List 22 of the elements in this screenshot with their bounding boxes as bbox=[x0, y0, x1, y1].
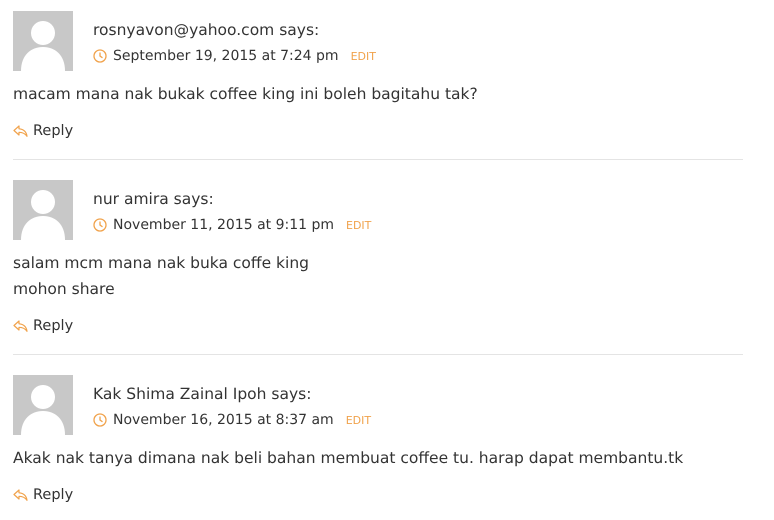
reply-icon bbox=[13, 489, 28, 501]
comment-author: rosnyavon@yahoo.com says: bbox=[93, 20, 320, 41]
reply-icon bbox=[13, 320, 28, 332]
clock-icon bbox=[93, 49, 107, 63]
avatar-icon bbox=[13, 11, 73, 71]
comment-date[interactable]: November 11, 2015 at 9:11 pm bbox=[113, 217, 334, 233]
comment-text: mohon share bbox=[13, 279, 116, 300]
avatar-icon bbox=[13, 375, 73, 435]
comment-author: nur amira says: bbox=[93, 189, 215, 210]
reply-link[interactable]: Reply bbox=[13, 485, 74, 505]
clock-icon bbox=[93, 218, 107, 232]
avatar-icon bbox=[13, 180, 73, 240]
comment-date[interactable]: November 16, 2015 at 8:37 am bbox=[113, 412, 334, 428]
reply-link[interactable]: Reply bbox=[13, 121, 74, 141]
comment-text: Akak nak tanya dimana nak beli bahan membuat coffee tu. harap dapat membantu.tk bbox=[13, 448, 684, 469]
reply-icon bbox=[13, 125, 28, 137]
comment-author: Kak Shima Zainal Ipoh says: bbox=[93, 384, 312, 405]
comment-text: macam mana nak bukak coffee king ini boleh bagitahu tak? bbox=[13, 84, 479, 105]
reply-link[interactable]: Reply bbox=[13, 316, 74, 336]
comment-text: salam mcm mana nak buka coffe king bbox=[13, 253, 310, 274]
comment-date[interactable]: September 19, 2015 at 7:24 pm bbox=[113, 48, 339, 64]
clock-icon bbox=[93, 413, 107, 427]
